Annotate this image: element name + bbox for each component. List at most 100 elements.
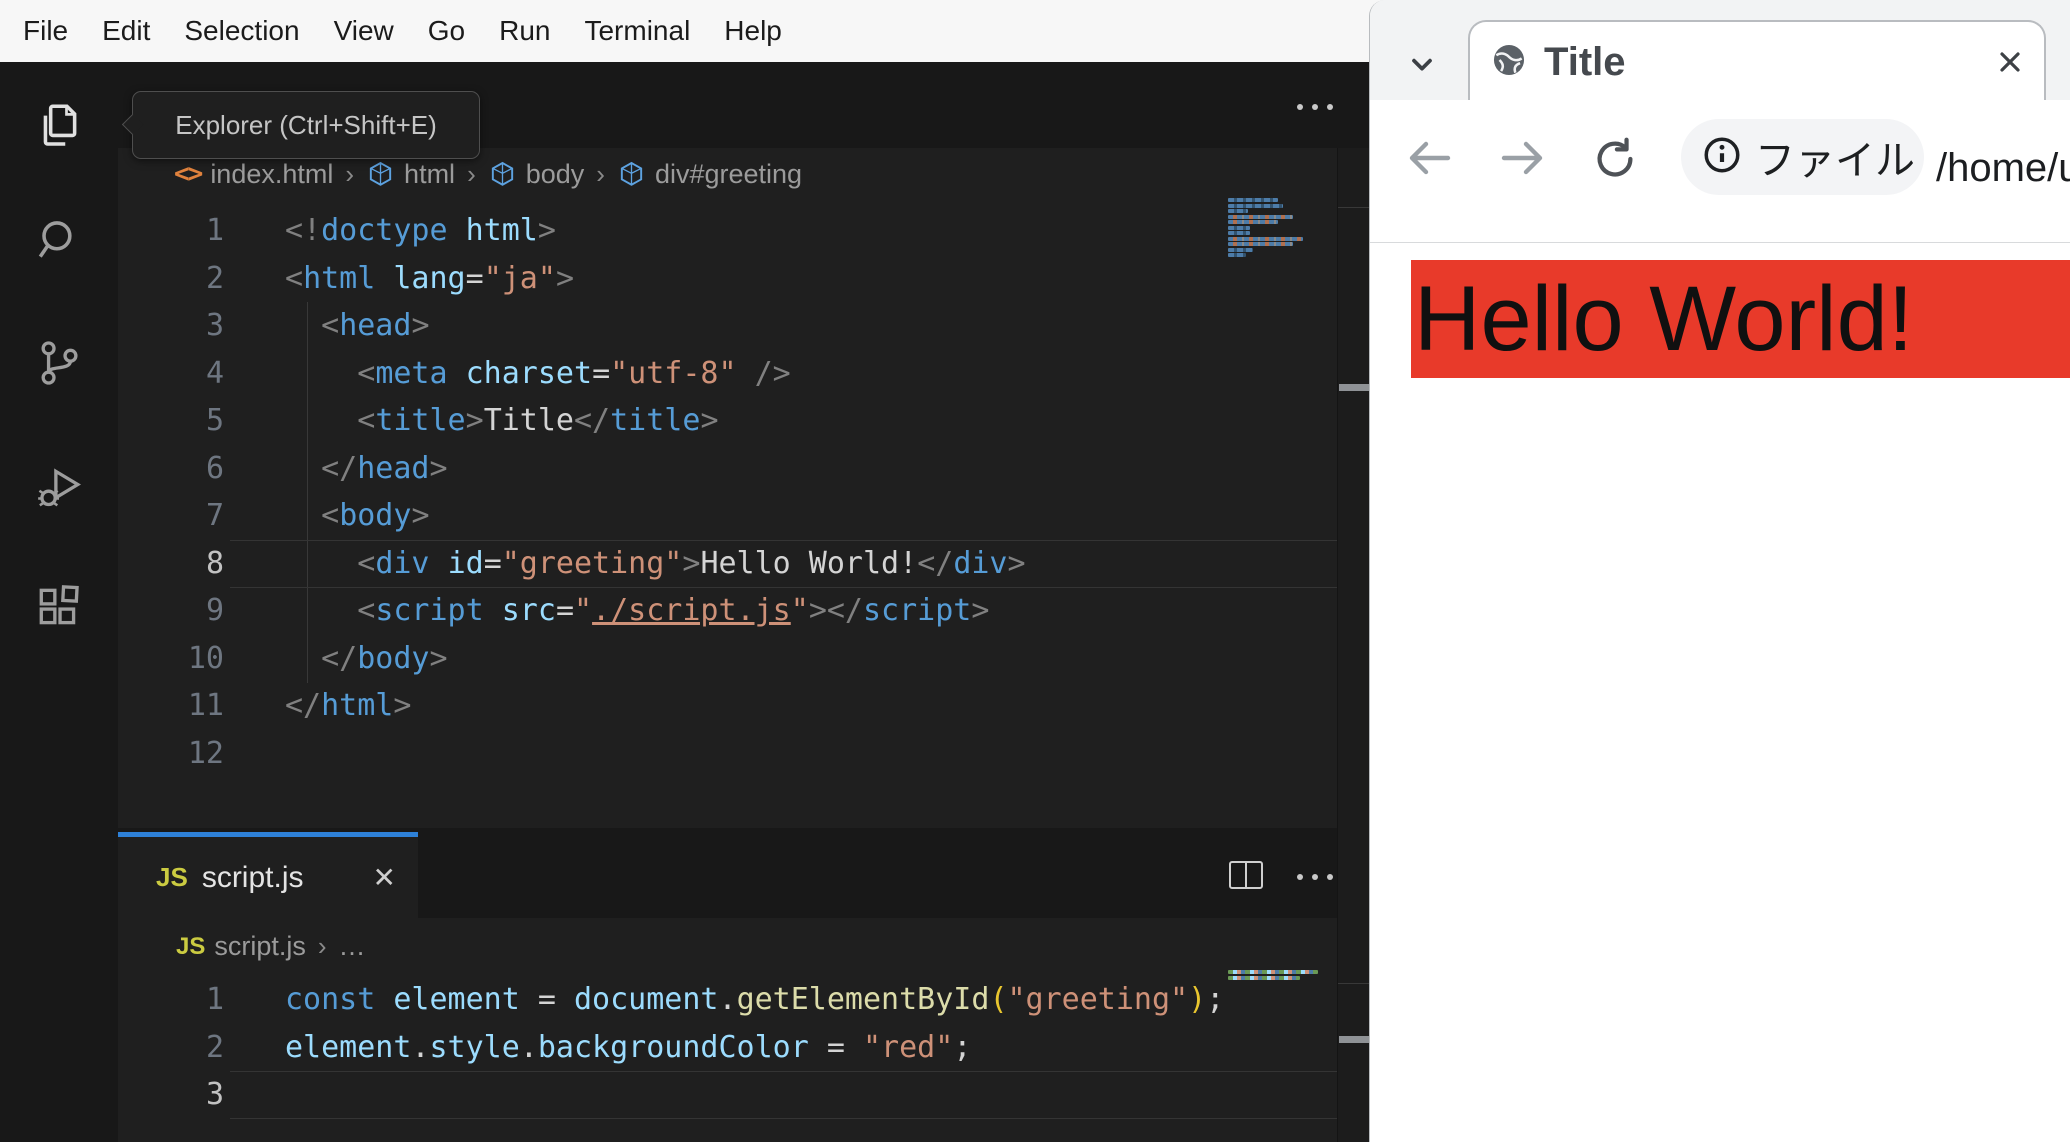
minimap-line — [1228, 236, 1303, 241]
more-actions-button[interactable] — [1297, 104, 1333, 110]
menu-item-go[interactable]: Go — [411, 15, 482, 47]
browser-page-content: Hello World! — [1370, 243, 2070, 1142]
menu-item-edit[interactable]: Edit — [85, 15, 167, 47]
breadcrumb-js: JS script.js › … — [118, 918, 1395, 975]
line-number: 11 — [187, 688, 224, 723]
breadcrumb-separator: › — [345, 158, 355, 189]
editor-tab-bar-bottom: JS script.js ✕ — [118, 828, 1369, 918]
html-editor[interactable]: 1 <!doctype html> 2 <html lang="ja"> 3 <head… — [118, 207, 1337, 777]
minimap-js[interactable] — [1228, 970, 1328, 981]
scrollbar-track-edge — [1338, 207, 1370, 208]
js-editor[interactable]: 1 const element = document.getElementById… — [118, 976, 1337, 1119]
extensions-button[interactable] — [34, 582, 84, 632]
browser-window: Title ファイル /home/u Hello World! — [1369, 0, 2070, 1142]
forward-button[interactable] — [1496, 132, 1548, 184]
reload-button[interactable] — [1590, 134, 1640, 184]
code-line: 2 element.style.backgroundColor = "red"; — [118, 1024, 1337, 1072]
line-number: 5 — [205, 403, 224, 438]
code-text: <!doctype html> — [285, 213, 556, 248]
activity-bar — [0, 62, 118, 1142]
code-line: 12 — [118, 730, 1337, 778]
minimap-line — [1228, 247, 1253, 252]
symbol-element-icon — [617, 160, 646, 189]
code-text: <meta charset="utf-8" /> — [357, 355, 791, 391]
menu-item-help[interactable]: Help — [707, 15, 799, 47]
minimap-line — [1228, 198, 1278, 202]
search-icon — [34, 221, 84, 269]
source-control-button[interactable] — [34, 338, 84, 388]
html-file-icon: <> — [174, 159, 203, 189]
code-line: 3 <head> — [118, 302, 1337, 350]
split-editor-icon — [1228, 861, 1264, 894]
code-text: <html lang="ja"> — [285, 260, 574, 296]
source-control-icon — [34, 341, 84, 392]
scrollbar-thumb[interactable] — [1339, 384, 1369, 391]
tab-script-js[interactable]: JS script.js ✕ — [118, 832, 418, 918]
breadcrumb-item[interactable]: body — [488, 159, 584, 190]
menu-item-terminal[interactable]: Terminal — [567, 15, 707, 47]
file-scheme-chip[interactable]: ファイル — [1681, 119, 1924, 195]
code-text: <title>Title</title> — [357, 403, 719, 438]
ellipsis-icon — [1297, 874, 1333, 880]
explorer-button[interactable] — [34, 100, 84, 150]
minimap-line — [1228, 209, 1248, 213]
menu-bar: File Edit Selection View Go Run Terminal Help — [0, 0, 1369, 62]
file-chip-label: ファイル — [1755, 139, 1915, 183]
more-actions-button[interactable] — [1297, 874, 1333, 880]
code-text: const element = document.getElementById(… — [285, 982, 1225, 1017]
breadcrumb-item[interactable]: html — [366, 159, 455, 190]
breadcrumb-label: div#greeting — [654, 158, 803, 189]
code-text: </body> — [321, 640, 448, 676]
code-line: 3 — [118, 1071, 1337, 1119]
close-tab-icon[interactable] — [1994, 46, 2026, 78]
menu-item-file[interactable]: File — [6, 15, 85, 47]
code-text: <script src="./script.js"></script> — [357, 593, 990, 628]
search-button[interactable] — [34, 215, 84, 265]
split-editor-button[interactable] — [1228, 860, 1264, 895]
line-number: 12 — [187, 735, 224, 771]
breadcrumb-separator: › — [317, 931, 327, 961]
breadcrumb-item[interactable]: … — [339, 931, 366, 962]
line-number: 7 — [205, 498, 224, 533]
back-button[interactable] — [1404, 132, 1456, 184]
code-text: element.style.backgroundColor = "red"; — [285, 1029, 972, 1065]
minimap-html[interactable] — [1228, 198, 1328, 259]
line-number: 10 — [187, 640, 224, 676]
breadcrumb-label: script.js — [214, 931, 306, 961]
line-number: 4 — [205, 355, 224, 391]
code-text: <div id="greeting">Hello World!</div> — [357, 545, 1026, 581]
breadcrumb-item[interactable]: <> index.html — [174, 159, 333, 190]
line-number: 9 — [205, 593, 224, 628]
browser-tab-title[interactable]: Title — [1468, 20, 2046, 102]
code-text: </html> — [285, 688, 412, 723]
run-debug-button[interactable] — [34, 462, 84, 512]
breadcrumb-separator: › — [596, 158, 605, 189]
code-line: 7 <body> — [118, 492, 1337, 540]
code-line: 9 <script src="./script.js"></script> — [118, 587, 1337, 635]
line-number: 2 — [205, 1029, 224, 1065]
breadcrumb-item[interactable]: JS script.js — [176, 931, 306, 962]
scrollbar-thumb[interactable] — [1339, 1036, 1369, 1043]
tab-label: script.js — [201, 860, 304, 894]
menu-item-selection[interactable]: Selection — [167, 15, 316, 47]
line-number: 6 — [205, 450, 224, 486]
code-text: </head> — [321, 450, 448, 486]
minimap-line — [1228, 242, 1293, 246]
symbol-element-icon — [366, 160, 395, 189]
minimap-line — [1228, 975, 1300, 980]
line-number: 8 — [205, 545, 224, 581]
breadcrumb-label: html — [404, 158, 456, 189]
js-file-icon: JS — [176, 932, 206, 960]
menu-item-run[interactable]: Run — [482, 15, 567, 47]
close-tab-icon[interactable]: ✕ — [373, 861, 396, 894]
minimap-line — [1228, 231, 1250, 235]
vscode-window: File Edit Selection View Go Run Terminal Help — [0, 0, 1370, 1142]
greeting-banner: Hello World! — [1411, 260, 2070, 378]
info-icon — [1701, 134, 1743, 181]
browser-tab-strip: Title — [1370, 0, 2070, 102]
breadcrumb-item[interactable]: div#greeting — [617, 159, 802, 190]
address-bar-url[interactable]: /home/u — [1936, 146, 2070, 191]
menu-item-view[interactable]: View — [317, 15, 411, 47]
tab-search-button[interactable] — [1406, 48, 1438, 80]
